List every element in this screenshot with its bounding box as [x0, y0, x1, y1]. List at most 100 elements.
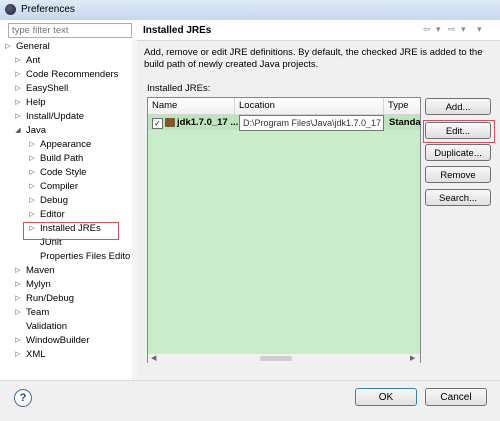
- scrollbar-thumb[interactable]: [260, 356, 292, 361]
- tree-item-label: Debug: [40, 195, 68, 206]
- tree-item-appearance[interactable]: ▷ Appearance: [29, 138, 91, 152]
- tree-item-compiler[interactable]: ▷ Compiler: [29, 180, 79, 194]
- preferences-window: Preferences ▷ General ▷ Ant ▷ Code Recommen…: [0, 0, 500, 421]
- expand-arrow-icon[interactable]: ▷: [14, 278, 22, 292]
- page-title: Installed JREs: [143, 25, 212, 36]
- tree-item-label: Editor: [40, 209, 65, 220]
- tree-item-label: Ant: [26, 55, 41, 66]
- forward-arrow-icon[interactable]: ⇨: [448, 24, 456, 35]
- tree-item-label: EasyShell: [26, 83, 69, 94]
- add-button[interactable]: Add...: [425, 98, 491, 115]
- expand-arrow-icon[interactable]: ▷: [14, 96, 22, 110]
- tree-item-label: Build Path: [40, 153, 84, 164]
- tree-item-java[interactable]: ◢ Java: [15, 124, 47, 138]
- tree-item-label: Java: [26, 125, 47, 136]
- expand-arrow-icon[interactable]: ▷: [28, 180, 36, 194]
- filter-input[interactable]: [8, 23, 132, 38]
- expand-arrow-icon[interactable]: ▷: [28, 138, 36, 152]
- tree-item-ant[interactable]: ▷ Ant: [15, 54, 41, 68]
- expand-arrow-icon[interactable]: ▷: [28, 194, 36, 208]
- tree-item-mylyn[interactable]: ▷ Mylyn: [15, 278, 51, 292]
- tree-item-label: Mylyn: [26, 279, 51, 290]
- tree-item-validation[interactable]: Validation: [26, 320, 67, 334]
- ok-button[interactable]: OK: [355, 388, 417, 406]
- expand-arrow-icon[interactable]: ▷: [14, 264, 22, 278]
- expand-arrow-icon[interactable]: ▷: [14, 348, 22, 362]
- tree-item-team[interactable]: ▷ Team: [15, 306, 50, 320]
- default-jre-checkbox[interactable]: ✓: [152, 118, 163, 129]
- column-header-location[interactable]: Location: [235, 98, 384, 114]
- location-tooltip: D:\Program Files\Java\jdk1.7.0_17: [239, 115, 384, 131]
- tree-item-label: Validation: [26, 321, 68, 332]
- tree-item-code-recommenders[interactable]: ▷ Code Recommenders: [15, 68, 119, 82]
- tree-item-label: Compiler: [40, 181, 79, 192]
- page-header: Installed JREs ⇦ ▾ ⇨ ▾ ▾: [137, 20, 500, 41]
- scroll-right-icon[interactable]: ▶: [410, 354, 415, 363]
- eclipse-icon: [5, 4, 16, 15]
- tree-item-help[interactable]: ▷ Help: [15, 96, 45, 110]
- tree-item-label: General: [16, 41, 50, 52]
- tree-item-code-style[interactable]: ▷ Code Style: [29, 166, 87, 180]
- installed-jres-label: Installed JREs:: [147, 83, 211, 94]
- duplicate-button[interactable]: Duplicate...: [425, 144, 491, 161]
- scroll-left-icon[interactable]: ◀: [151, 354, 156, 363]
- page-description: Add, remove or edit JRE definitions. By …: [144, 47, 483, 70]
- tree-item-properties-files-editor[interactable]: Properties Files Edito: [40, 250, 130, 264]
- tree-item-debug[interactable]: ▷ Debug: [29, 194, 68, 208]
- table-horizontal-scrollbar[interactable]: ◀ ▶: [148, 353, 420, 363]
- installed-jres-highlight: [23, 222, 119, 240]
- expand-arrow-icon[interactable]: ▷: [14, 110, 22, 124]
- collapse-arrow-icon[interactable]: ◢: [14, 124, 22, 138]
- jre-library-icon: [165, 118, 175, 127]
- tree-item-label: Properties Files Edito: [40, 251, 131, 262]
- jre-name-cell: jdk1.7.0_17 ...: [177, 117, 239, 128]
- tree-item-maven[interactable]: ▷ Maven: [15, 264, 55, 278]
- column-header-type[interactable]: Type: [384, 98, 420, 114]
- dialog-footer: ? OK Cancel: [0, 380, 500, 421]
- remove-button[interactable]: Remove: [425, 166, 491, 183]
- tree-item-label: Install/Update: [26, 111, 85, 122]
- expand-arrow-icon[interactable]: ▷: [14, 292, 22, 306]
- tree-item-editor[interactable]: ▷ Editor: [29, 208, 65, 222]
- tree-item-label: WindowBuilder: [26, 335, 90, 346]
- preference-page: Installed JREs ⇦ ▾ ⇨ ▾ ▾ Add, remove or …: [137, 20, 500, 380]
- title-bar[interactable]: Preferences: [0, 0, 500, 21]
- back-arrow-icon[interactable]: ⇦: [423, 24, 431, 35]
- expand-arrow-icon[interactable]: ▷: [14, 306, 22, 320]
- tree-item-general[interactable]: ▷ General: [5, 40, 50, 54]
- tree-item-install-update[interactable]: ▷ Install/Update: [15, 110, 85, 124]
- tree-item-label: XML: [26, 349, 46, 360]
- forward-menu-icon[interactable]: ▾: [461, 24, 466, 35]
- preferences-sidebar: ▷ General ▷ Ant ▷ Code Recommenders ▷ EasySh…: [0, 20, 138, 380]
- expand-arrow-icon[interactable]: ▷: [14, 334, 22, 348]
- column-header-name[interactable]: Name: [148, 98, 235, 114]
- expand-arrow-icon[interactable]: ▷: [28, 208, 36, 222]
- tree-item-easyshell[interactable]: ▷ EasyShell: [15, 82, 69, 96]
- expand-arrow-icon[interactable]: ▷: [28, 166, 36, 180]
- tree-item-build-path[interactable]: ▷ Build Path: [29, 152, 84, 166]
- tree-item-label: Code Recommenders: [26, 69, 119, 80]
- back-menu-icon[interactable]: ▾: [436, 24, 441, 35]
- jre-type-cell: Standa: [389, 117, 421, 128]
- expand-arrow-icon[interactable]: ▷: [28, 152, 36, 166]
- jre-table-body: ✓ jdk1.7.0_17 ... D:\Program Files\Java\…: [148, 115, 421, 353]
- table-row[interactable]: ✓ jdk1.7.0_17 ... D:\Program Files\Java\…: [148, 115, 421, 131]
- jre-table[interactable]: Name Location Type ✓ jdk1.7.0_17 ... D:\…: [147, 97, 421, 363]
- help-icon[interactable]: ?: [14, 389, 32, 407]
- expand-arrow-icon[interactable]: ▷: [14, 54, 22, 68]
- tree-item-windowbuilder[interactable]: ▷ WindowBuilder: [15, 334, 90, 348]
- expand-arrow-icon[interactable]: ▷: [4, 40, 12, 54]
- tree-item-run-debug[interactable]: ▷ Run/Debug: [15, 292, 75, 306]
- expand-arrow-icon[interactable]: ▷: [14, 82, 22, 96]
- tree-item-label: Team: [26, 307, 50, 318]
- tree-item-label: Code Style: [40, 167, 87, 178]
- view-menu-icon[interactable]: ▾: [477, 24, 482, 35]
- jre-table-header: Name Location Type: [148, 98, 420, 115]
- search-button[interactable]: Search...: [425, 189, 491, 206]
- cancel-button[interactable]: Cancel: [425, 388, 487, 406]
- window-title: Preferences: [21, 4, 75, 15]
- tree-item-label: Run/Debug: [26, 293, 75, 304]
- tree-item-label: Maven: [26, 265, 55, 276]
- expand-arrow-icon[interactable]: ▷: [14, 68, 22, 82]
- tree-item-xml[interactable]: ▷ XML: [15, 348, 46, 362]
